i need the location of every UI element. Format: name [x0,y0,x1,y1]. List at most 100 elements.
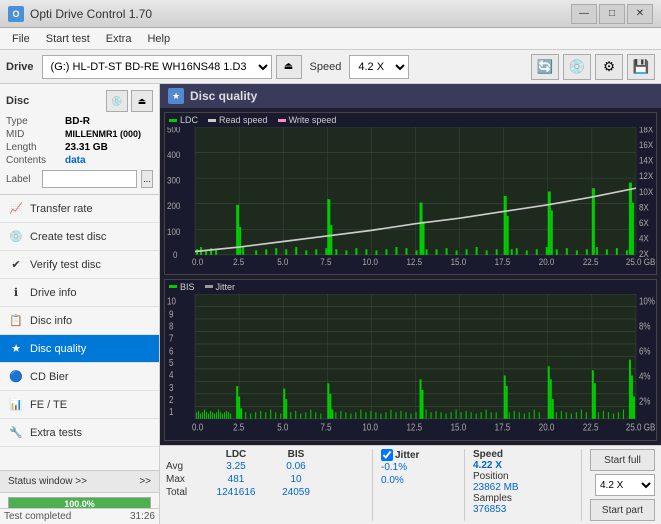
bottom-chart: BIS Jitter [164,279,657,442]
minimize-button[interactable]: — [571,4,597,24]
svg-text:10.0: 10.0 [362,421,378,432]
drive-info-icon: ℹ [8,285,24,301]
svg-text:20.0: 20.0 [539,421,555,432]
disc-quality-icon: ★ [8,341,24,357]
svg-text:15.0: 15.0 [451,256,467,267]
svg-text:2.5: 2.5 [233,421,244,432]
nav-create-test-disc[interactable]: 💿 Create test disc [0,223,159,251]
nav-disc-info[interactable]: 📋 Disc info [0,307,159,335]
svg-text:25.0 GB: 25.0 GB [626,421,655,432]
svg-text:22.5: 22.5 [583,421,599,432]
label-browse-button[interactable]: ... [141,170,153,188]
svg-text:10X: 10X [639,186,654,197]
start-part-button[interactable]: Start part [590,499,655,521]
top-chart-legend: LDC Read speed Write speed [165,113,656,127]
menu-file[interactable]: File [4,31,38,47]
eject-button[interactable]: ⏏ [276,55,302,79]
contents-value: data [65,155,86,166]
svg-text:5: 5 [169,357,173,368]
position-value: 23862 MB [473,482,573,493]
nav-create-test-disc-label: Create test disc [30,231,106,243]
nav-fe-te[interactable]: 📊 FE / TE [0,391,159,419]
samples-value: 376853 [473,504,573,515]
bis-legend-dot [169,285,177,288]
read-speed-legend-dot [208,119,216,122]
toolbar: Drive (G:) HL-DT-ST BD-RE WH16NS48 1.D3 … [0,50,661,84]
stats-divider-3 [581,449,582,521]
label-input[interactable] [42,170,137,188]
bottom-chart-svg: 10 9 8 7 6 5 4 3 2 1 10% 8% 6% 4% 2% [165,294,656,439]
create-test-disc-icon: 💿 [8,229,24,245]
menu-start-test[interactable]: Start test [38,31,98,47]
svg-text:12.5: 12.5 [406,256,422,267]
save-button[interactable]: 💾 [627,54,655,80]
ldc-legend-dot [169,119,177,122]
bis-avg: 0.06 [266,461,326,472]
ldc-max: 481 [206,474,266,485]
nav-cd-bier[interactable]: 🔵 CD Bier [0,363,159,391]
menu-extra[interactable]: Extra [98,31,140,47]
length-label: Length [6,142,61,153]
drive-select[interactable]: (G:) HL-DT-ST BD-RE WH16NS48 1.D3 [42,55,272,79]
burn-button[interactable]: 💿 [563,54,591,80]
nav-disc-quality[interactable]: ★ Disc quality [0,335,159,363]
maximize-button[interactable]: □ [599,4,625,24]
close-button[interactable]: ✕ [627,4,653,24]
settings-button[interactable]: ⚙ [595,54,623,80]
contents-label: Contents [6,155,61,166]
svg-text:6%: 6% [639,345,651,356]
nav-extra-tests[interactable]: 🔧 Extra tests [0,419,159,447]
svg-text:2: 2 [169,394,173,405]
svg-text:500: 500 [167,127,181,135]
speed-select-toolbar[interactable]: 4.2 X [349,55,409,79]
nav-verify-test-disc[interactable]: ✔ Verify test disc [0,251,159,279]
svg-text:200: 200 [167,201,181,212]
jitter-checkbox[interactable] [381,449,393,461]
samples-col-header: Samples [473,493,573,504]
svg-text:4%: 4% [639,370,651,381]
status-window-button[interactable]: Status window >> >> [0,471,159,493]
svg-text:10.0: 10.0 [362,256,378,267]
disc-quality-header: ★ Disc quality [160,84,661,108]
drive-label: Drive [6,61,34,73]
nav-drive-info[interactable]: ℹ Drive info [0,279,159,307]
start-full-button[interactable]: Start full [590,449,655,471]
sidebar: Disc 💿 ⏏ Type BD-R MID MILLENMR1 (000) L… [0,84,160,524]
svg-text:4X: 4X [639,233,649,244]
completed-row: Test completed 31:26 [0,508,159,524]
svg-text:14X: 14X [639,155,654,166]
svg-text:22.5: 22.5 [583,256,599,267]
titlebar: O Opti Drive Control 1.70 — □ ✕ [0,0,661,28]
refresh-button[interactable]: 🔄 [531,54,559,80]
svg-text:25.0 GB: 25.0 GB [626,256,656,267]
svg-text:8: 8 [169,320,173,331]
svg-text:5.0: 5.0 [277,421,288,432]
bis-legend-label: BIS [180,282,195,292]
svg-text:16X: 16X [639,140,654,151]
stats-divider-1 [372,449,373,521]
svg-text:3: 3 [169,382,173,393]
nav-items: 📈 Transfer rate 💿 Create test disc ✔ Ver… [0,195,159,470]
nav-transfer-rate[interactable]: 📈 Transfer rate [0,195,159,223]
svg-text:5.0: 5.0 [277,256,288,267]
bis-col-header: BIS [266,449,326,460]
svg-text:15.0: 15.0 [451,421,467,432]
completed-label: Test completed [4,511,71,522]
avg-row-label: Avg [166,461,206,472]
ldc-avg: 3.25 [206,461,266,472]
status-bar: Status window >> >> 100.0% [0,470,159,508]
svg-text:4: 4 [169,369,173,380]
svg-text:0: 0 [173,250,178,261]
titlebar-title: Opti Drive Control 1.70 [30,7,152,21]
write-speed-legend-label: Write speed [289,115,337,125]
menu-help[interactable]: Help [139,31,178,47]
total-row-label: Total [166,487,206,498]
speed-select-stats[interactable]: 4.2 X [595,474,655,496]
disc-eject-btn[interactable]: ⏏ [131,90,153,112]
svg-text:0.0: 0.0 [192,256,203,267]
stats-bar: LDC BIS Avg 3.25 0.06 Max 481 10 Total 1… [160,445,661,524]
mid-value: MILLENMR1 (000) [65,129,141,140]
disc-icon-btn[interactable]: 💿 [106,90,128,112]
content-area: ★ Disc quality LDC Read speed [160,84,661,524]
length-value: 23.31 GB [65,142,108,153]
